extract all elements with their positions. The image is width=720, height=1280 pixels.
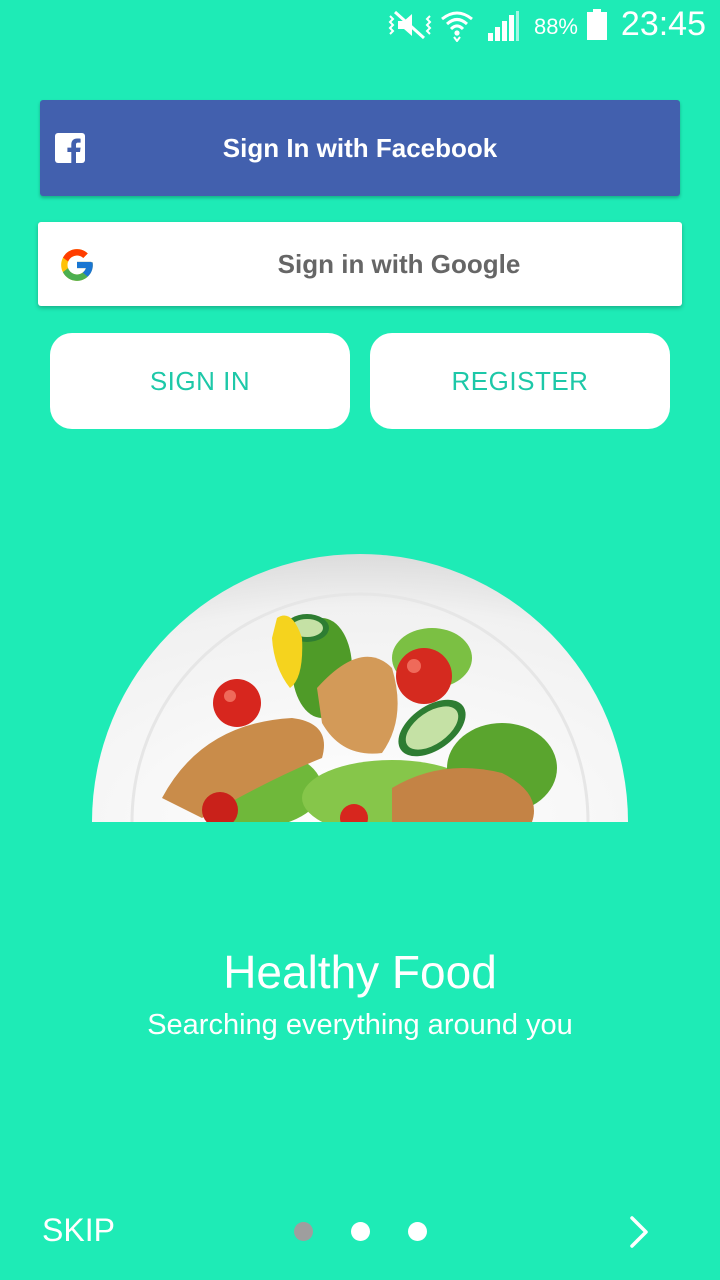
page-dot-1[interactable] <box>294 1222 313 1241</box>
facebook-sign-in-button[interactable]: Sign In with Facebook <box>40 100 680 196</box>
slide-subtitle: Searching everything around you <box>147 1009 573 1041</box>
google-sign-in-button[interactable]: Sign in with Google <box>38 222 682 306</box>
battery-percentage: 88% <box>533 14 578 39</box>
skip-button[interactable]: SKIP <box>42 1212 115 1249</box>
page-dot-2[interactable] <box>351 1222 370 1241</box>
status-bar: 88% 23:45 <box>0 0 720 50</box>
facebook-button-label: Sign In with Facebook <box>222 132 498 163</box>
register-button[interactable]: REGISTER <box>370 333 670 429</box>
vibrate-mute-icon <box>388 10 432 40</box>
salad-plate-image <box>92 554 628 822</box>
clock: 23:45 <box>620 5 706 43</box>
google-icon <box>61 249 93 281</box>
page-indicator <box>294 1222 427 1242</box>
sign-in-label: SIGN IN <box>149 365 251 396</box>
wifi-icon <box>441 11 473 42</box>
battery-icon <box>587 9 607 40</box>
signal-icon <box>488 11 519 41</box>
google-button-label: Sign in with Google <box>277 248 521 279</box>
chevron-right-icon[interactable] <box>624 1214 654 1250</box>
sign-in-button[interactable]: SIGN IN <box>50 333 350 429</box>
slide-title: Healthy Food <box>223 946 497 998</box>
page-dot-3[interactable] <box>408 1222 427 1241</box>
register-label: REGISTER <box>451 365 589 396</box>
facebook-icon <box>55 133 85 163</box>
